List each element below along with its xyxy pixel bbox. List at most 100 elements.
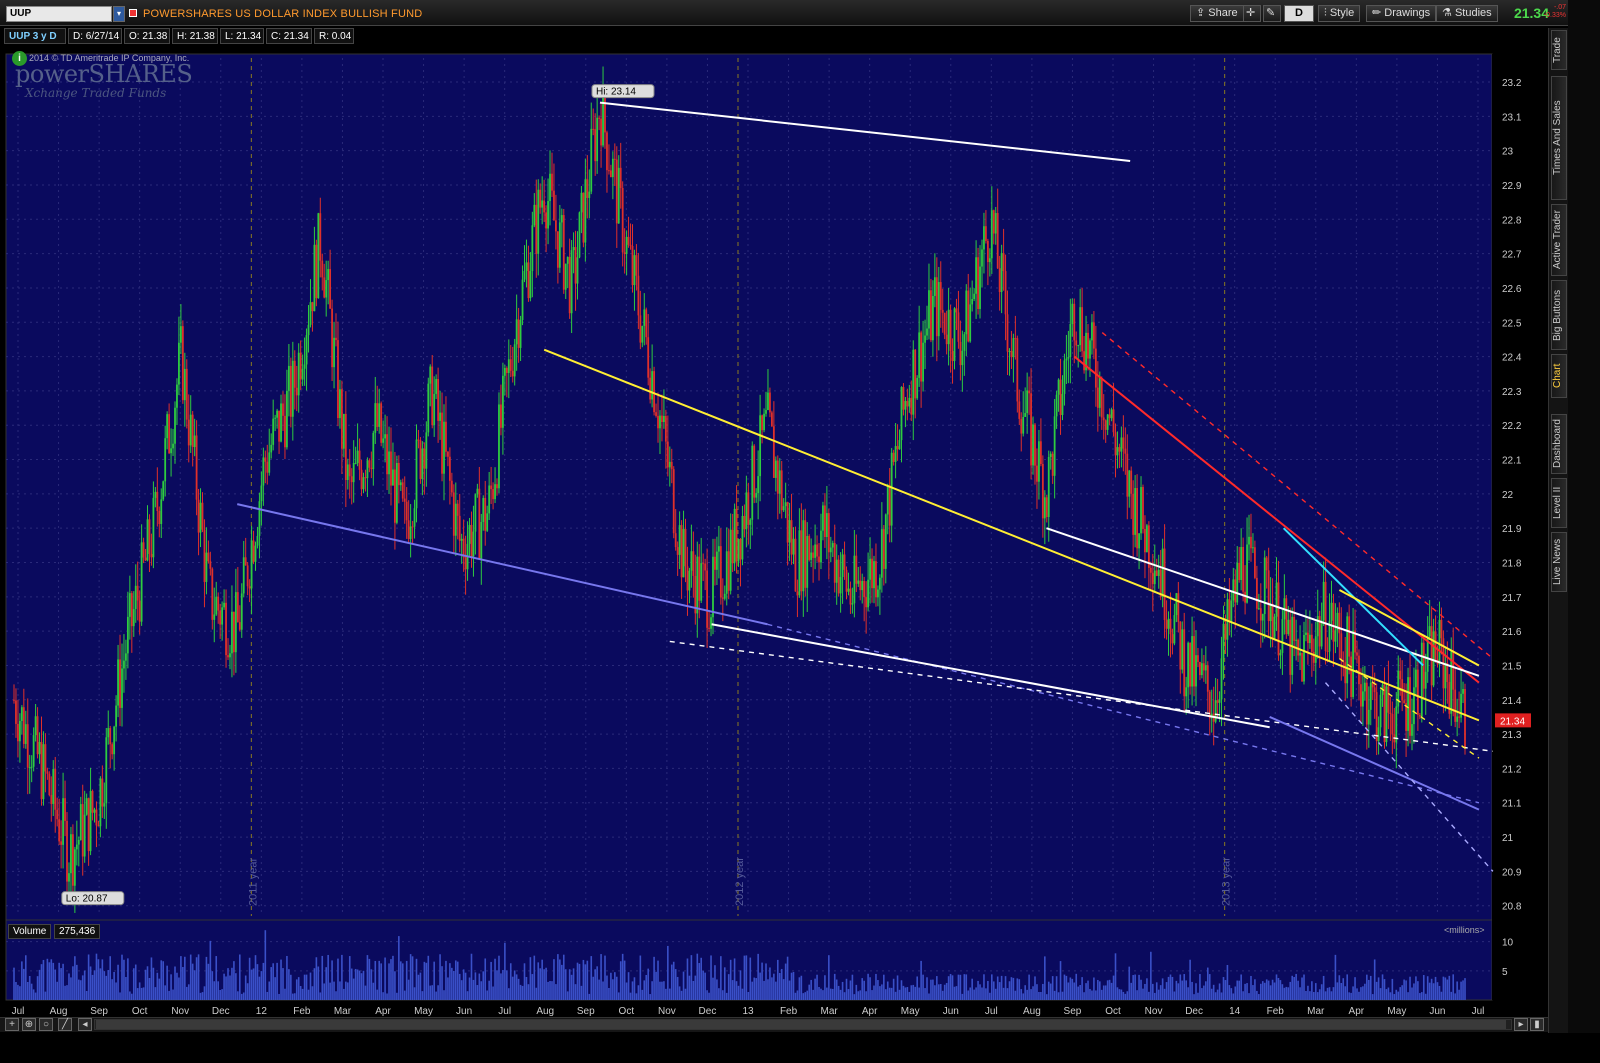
candle-body	[384, 434, 386, 439]
candle-body	[75, 844, 78, 850]
candle-body	[1428, 626, 1431, 637]
candle-body	[1389, 712, 1392, 715]
candle-body	[1197, 655, 1199, 662]
candle-body	[727, 551, 730, 591]
symbol-period[interactable]: UUP 3 y D	[4, 28, 66, 44]
candle-body	[792, 538, 795, 555]
time-tick-label: May	[414, 1006, 433, 1017]
candle-body	[1167, 618, 1170, 629]
candle-body	[857, 580, 860, 584]
candle-body	[1193, 636, 1195, 687]
candle-body	[170, 448, 172, 454]
wrench-icon[interactable]: ✎	[1263, 5, 1281, 22]
candle-body	[266, 461, 269, 473]
price-tick-label: 22.3	[1502, 387, 1522, 398]
candle-body	[109, 728, 112, 745]
candle-body	[1224, 623, 1227, 640]
chart-canvas[interactable]: 2011 year 2012 year 2013 year 23.2 23.1 23 22…	[0, 44, 1548, 1017]
candle-body	[1250, 536, 1252, 549]
chart-scrollbar-thumb[interactable]	[96, 1020, 1506, 1029]
symbol-dropdown-button[interactable]: ▾	[113, 6, 125, 22]
candle-body	[1094, 348, 1097, 388]
price-tick-label: 22.4	[1502, 353, 1522, 364]
candle-body	[244, 557, 247, 566]
candle-body	[1257, 608, 1260, 610]
candle-body	[441, 412, 443, 474]
candle-body	[672, 469, 675, 534]
price-tick-label: 23.1	[1502, 112, 1522, 123]
candle-body	[236, 592, 239, 623]
candle-body	[443, 421, 445, 474]
candle-body	[851, 603, 854, 605]
timeframe-button[interactable]: D	[1284, 5, 1314, 22]
candle-body	[1157, 569, 1160, 576]
candle-body	[908, 397, 911, 407]
magnifier-icon[interactable]: ⊕	[22, 1018, 36, 1031]
candle-body	[1195, 655, 1197, 687]
candle-body	[621, 187, 624, 253]
tab-chart[interactable]: Chart	[1551, 354, 1567, 398]
candle-body	[1096, 387, 1099, 408]
candle-body	[633, 255, 636, 286]
candle-body	[28, 767, 31, 769]
tab-times-and-sales[interactable]: Times And Sales	[1551, 76, 1567, 200]
candle-body	[1308, 634, 1311, 644]
candle-body	[498, 404, 500, 489]
candle-body	[1108, 414, 1111, 419]
candle-body	[1206, 665, 1209, 692]
tab-level-ii[interactable]: Level II	[1551, 478, 1567, 528]
candle-body	[219, 610, 222, 625]
candle-body	[148, 519, 151, 554]
candle-body	[1277, 582, 1280, 656]
candle-body	[586, 179, 589, 198]
candle-body	[154, 491, 157, 498]
link-color-icon[interactable]	[129, 9, 137, 17]
candle-body	[307, 324, 310, 336]
candle-body	[415, 439, 418, 509]
candle-body	[692, 551, 695, 576]
candle-body	[287, 365, 290, 391]
candle-body	[1356, 652, 1358, 656]
candle-body	[657, 415, 659, 429]
studies-button[interactable]: ⚗ Studies	[1436, 5, 1498, 22]
candle-body	[34, 716, 37, 736]
candle-body	[767, 392, 769, 411]
candle-body	[590, 128, 593, 192]
crosshair-icon[interactable]: ✛	[1243, 5, 1261, 22]
candle-body	[1434, 631, 1437, 660]
candle-body	[611, 158, 614, 178]
tab-active-trader[interactable]: Active Trader	[1551, 204, 1567, 276]
candle-body	[142, 542, 145, 558]
candle-body	[1006, 314, 1009, 352]
candle-body	[1216, 700, 1219, 703]
candle-body	[93, 809, 96, 813]
style-button[interactable]: ⫶ Style	[1318, 5, 1361, 22]
candle-body	[1456, 716, 1459, 722]
tab-big-buttons[interactable]: Big Buttons	[1551, 280, 1567, 350]
candle-body	[309, 302, 312, 325]
drawings-button[interactable]: ✏ Drawings	[1366, 5, 1437, 22]
expand-icon[interactable]: ▮	[1530, 1018, 1544, 1031]
candle-body	[753, 445, 756, 498]
scroll-left-icon[interactable]: ◂	[78, 1018, 92, 1031]
candle-body	[533, 204, 536, 226]
candle-body	[354, 463, 357, 465]
candle-body	[1026, 390, 1029, 414]
price-tick-label: 21	[1502, 833, 1514, 844]
symbol-input[interactable]: UUP	[6, 6, 112, 22]
scroll-right-icon[interactable]: ▸	[1514, 1018, 1528, 1031]
candle-body	[321, 260, 324, 278]
candle-body	[1177, 593, 1180, 622]
candle-body	[1061, 393, 1064, 416]
draw-line-icon[interactable]: ╱	[58, 1018, 72, 1031]
reset-zoom-icon[interactable]: ○	[39, 1018, 53, 1031]
candle-body	[397, 462, 400, 486]
style-icon: ⫶	[1324, 7, 1327, 19]
tab-dashboard[interactable]: Dashboard	[1551, 414, 1567, 474]
share-button[interactable]: ⇪ Share	[1190, 5, 1244, 22]
candle-body	[668, 461, 671, 468]
tab-live-news[interactable]: Live News	[1551, 532, 1567, 592]
zoom-in-icon[interactable]: +	[5, 1018, 19, 1031]
candle-body	[280, 403, 282, 442]
tab-trade[interactable]: Trade	[1551, 30, 1567, 70]
